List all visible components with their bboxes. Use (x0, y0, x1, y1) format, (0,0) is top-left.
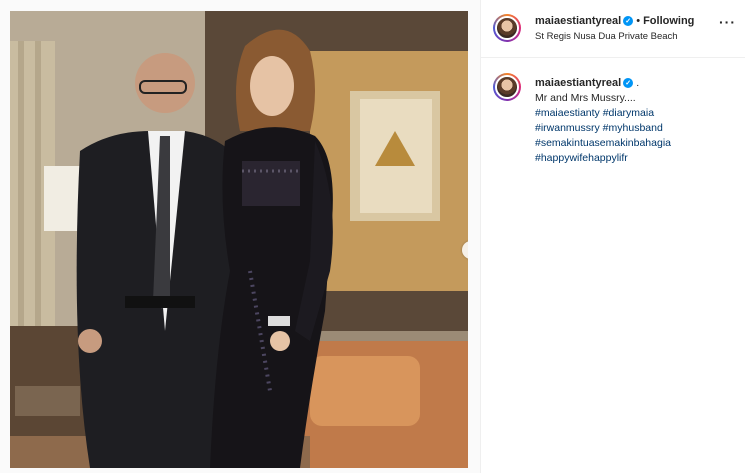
caption-username[interactable]: maiaestiantyreal (535, 77, 621, 89)
following-button[interactable]: Following (643, 15, 694, 27)
location-link[interactable]: St Regis Nusa Dua Private Beach (535, 31, 678, 42)
avatar[interactable] (493, 14, 521, 42)
username-link[interactable]: maiaestiantyreal (535, 15, 621, 27)
post-caption: maiaestiantyreal ✓. Mr and Mrs Mussry....… (535, 76, 735, 166)
more-horizontal-icon[interactable]: ··· (719, 14, 736, 30)
post-side-panel: maiaestiantyreal ✓ • Following St Regis Nus… (480, 0, 745, 473)
hashtag-line[interactable]: #maiaestianty #diarymaia (535, 106, 735, 121)
hashtag-line[interactable]: #irwanmussry #myhusband (535, 121, 735, 136)
verified-badge-icon: ✓ (623, 78, 634, 89)
post-header: maiaestiantyreal ✓ • Following St Regis Nus… (481, 0, 745, 58)
hashtag-line[interactable]: #happywifehappylifr (535, 151, 735, 166)
separator: • (636, 15, 641, 27)
hashtag-line[interactable]: #semakintuasemakinbahagia (535, 136, 735, 151)
header-user-line: maiaestiantyreal ✓ • Following (535, 15, 694, 27)
photo-illustration (10, 11, 468, 468)
post-image[interactable]: › (10, 11, 468, 468)
verified-badge-icon: ✓ (623, 16, 634, 27)
caption-avatar[interactable] (493, 73, 521, 101)
caption-suffix: . (636, 77, 640, 89)
caption-text: Mr and Mrs Mussry.... (535, 92, 636, 104)
